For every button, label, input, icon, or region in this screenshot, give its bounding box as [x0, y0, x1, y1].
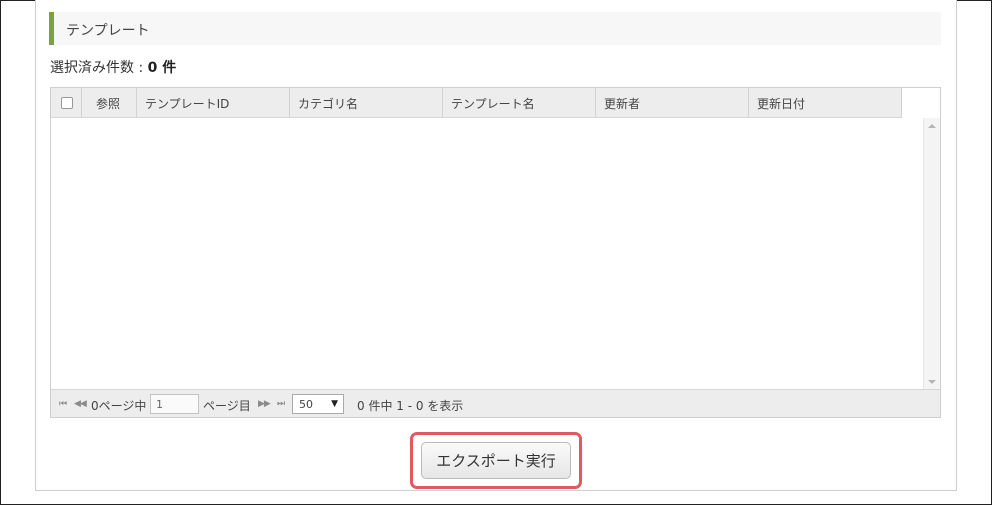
vertical-scrollbar[interactable] [923, 118, 940, 390]
selected-count-value: 0 件 [147, 60, 177, 76]
page-number-input[interactable] [150, 394, 199, 414]
last-page-icon[interactable]: ⏭ [277, 399, 285, 409]
record-summary: 0 件中 1 - 0 を表示 [357, 399, 464, 413]
export-button[interactable]: エクスポート実行 [421, 442, 571, 479]
column-header-template-id[interactable]: テンプレートID [137, 88, 290, 118]
template-grid: 参照 テンプレートID カテゴリ名 テンプレート名 更新者 更新日付 ⏮ ◀◀ … [50, 87, 941, 418]
page-size-value: 50 [299, 398, 313, 411]
prev-page-icon[interactable]: ◀◀ [74, 399, 87, 409]
column-header-updated-date[interactable]: 更新日付 [749, 88, 902, 118]
selected-count-label: 選択済み件数 : [50, 60, 148, 76]
column-header-reference[interactable]: 参照 [82, 88, 137, 118]
section-header: テンプレート [49, 12, 941, 45]
first-page-icon[interactable]: ⏮ [59, 399, 67, 409]
page-suffix-text: ページ目 [203, 399, 251, 413]
section-title: テンプレート [66, 23, 150, 39]
next-page-icon[interactable]: ▶▶ [258, 399, 271, 409]
total-pages-text: 0ページ中 [91, 399, 147, 413]
export-button-highlight: エクスポート実行 [410, 432, 582, 489]
page-size-select[interactable]: 50 ▼ [292, 394, 344, 414]
selected-count: 選択済み件数 : 0 件 [50, 57, 176, 77]
column-header-category-name[interactable]: カテゴリ名 [290, 88, 443, 118]
pager: ⏮ ◀◀ 0ページ中 ページ目 ▶▶ ⏭ 50 ▼ 0 件中 1 - 0 を表示 [51, 389, 940, 417]
grid-header: 参照 テンプレートID カテゴリ名 テンプレート名 更新者 更新日付 [51, 88, 902, 118]
column-header-updated-by[interactable]: 更新者 [596, 88, 749, 118]
scroll-up-icon[interactable] [928, 124, 936, 128]
select-all-cell [51, 88, 82, 118]
dropdown-arrow-icon: ▼ [331, 399, 338, 409]
select-all-checkbox[interactable] [61, 97, 73, 109]
scroll-down-icon[interactable] [928, 380, 936, 384]
column-header-template-name[interactable]: テンプレート名 [443, 88, 596, 118]
